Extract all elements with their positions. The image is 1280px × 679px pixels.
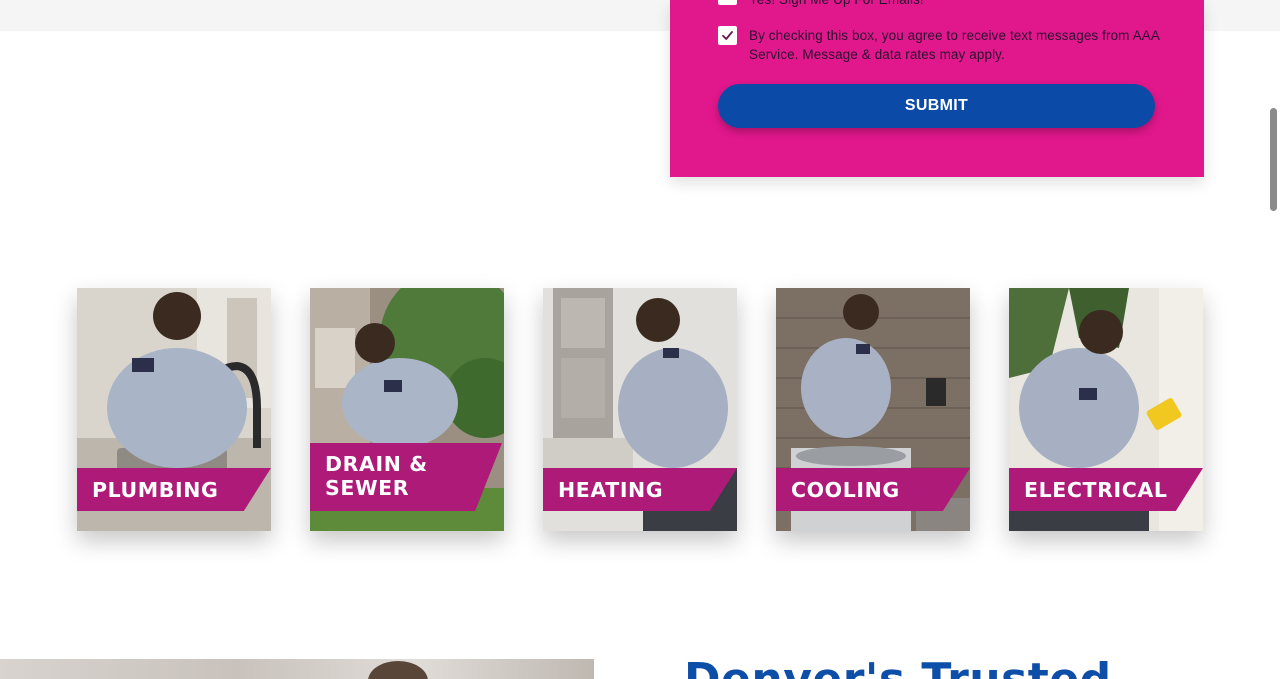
service-card-plumbing[interactable]: PLUMBING bbox=[77, 288, 271, 531]
page-scrollbar-thumb[interactable] bbox=[1270, 108, 1277, 211]
service-card-heating[interactable]: HEATING bbox=[543, 288, 737, 531]
service-card-cooling[interactable]: COOLING bbox=[776, 288, 970, 531]
service-card-electrical[interactable]: ELECTRICAL bbox=[1009, 288, 1203, 531]
service-label-drain-line1: DRAIN & bbox=[325, 452, 428, 476]
service-label-drain-sewer: DRAIN & SEWER bbox=[325, 452, 485, 500]
service-label-cooling: COOLING bbox=[791, 478, 900, 502]
section-heading: Denver's Trusted bbox=[684, 654, 1112, 679]
sms-consent-row: By checking this box, you agree to recei… bbox=[718, 26, 1169, 64]
checkmark-icon bbox=[722, 31, 733, 40]
sms-consent-checkbox[interactable] bbox=[718, 26, 737, 45]
service-label-heating: HEATING bbox=[558, 478, 664, 502]
signup-form-panel: Yes! Sign Me Up For Emails! By checking … bbox=[670, 0, 1204, 177]
person-head bbox=[368, 661, 428, 679]
sms-consent-label: By checking this box, you agree to recei… bbox=[749, 28, 1160, 62]
bottom-hero-photo bbox=[0, 659, 594, 679]
service-label-drain-line2: SEWER bbox=[325, 476, 410, 500]
service-label-electrical: ELECTRICAL bbox=[1024, 478, 1168, 502]
email-optin-label: Yes! Sign Me Up For Emails! bbox=[749, 0, 1169, 9]
email-optin-row: Yes! Sign Me Up For Emails! bbox=[718, 0, 1169, 9]
submit-button[interactable]: SUBMIT bbox=[718, 84, 1155, 128]
service-cards: PLUMBING DRAIN & SEWER HEATING COOLING E… bbox=[77, 288, 1204, 531]
page: Yes! Sign Me Up For Emails! By checking … bbox=[0, 0, 1280, 679]
email-optin-checkbox[interactable] bbox=[718, 0, 737, 5]
service-label-plumbing: PLUMBING bbox=[92, 478, 219, 502]
service-card-drain-sewer[interactable]: DRAIN & SEWER bbox=[310, 288, 504, 531]
